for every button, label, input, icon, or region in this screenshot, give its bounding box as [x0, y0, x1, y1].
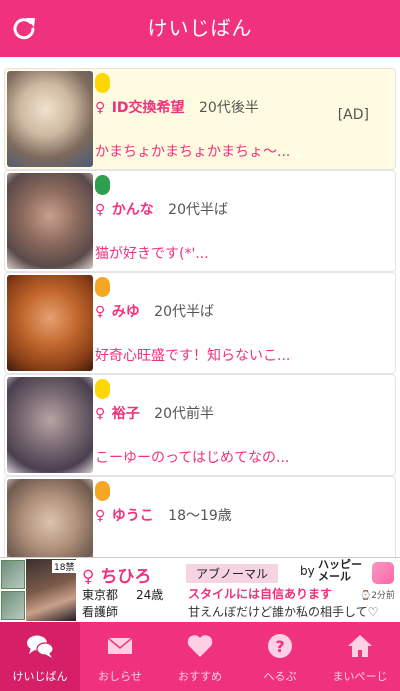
- avatar: [7, 173, 93, 269]
- tab-keijiban[interactable]: けいじばん: [0, 622, 80, 691]
- svg-text:?: ?: [275, 637, 284, 656]
- poster-name: ID交換希望: [111, 100, 185, 116]
- poster-age: 20代前半: [154, 406, 214, 422]
- gender-icon: ♀: [95, 406, 106, 422]
- poster-name: ゆうこ: [111, 508, 154, 524]
- tab-osusume[interactable]: おすすめ: [160, 622, 240, 691]
- poster-name: みゆ: [111, 304, 140, 320]
- post-message: 猫が好きです(*'...: [95, 246, 209, 262]
- post-message: 好奇心旺盛です！知らないこ...: [95, 348, 291, 364]
- banner-message: 甘えんぼだけど誰か私の相手して♡: [188, 605, 379, 619]
- status-indicator: [95, 379, 110, 399]
- age-rating-badge: 18禁: [52, 560, 77, 573]
- avatar: [7, 377, 93, 473]
- bottom-tab-bar: けいじばん おしらせ おすすめ ? へるぷ まいぺーじ: [0, 622, 400, 691]
- status-indicator: [95, 175, 110, 195]
- banner-by: by: [300, 564, 315, 578]
- tab-help[interactable]: ? へるぷ: [240, 622, 320, 691]
- post-item[interactable]: ♀ みゆ 20代半ば 好奇心旺盛です！知らないこ...: [4, 272, 396, 374]
- status-indicator: [95, 481, 110, 501]
- help-icon: ?: [268, 634, 292, 658]
- gender-icon: ♀: [95, 100, 106, 116]
- gender-icon: ♀: [95, 304, 106, 320]
- banner-time: ⌚2分前: [360, 591, 395, 601]
- poster-name: かんな: [111, 202, 154, 218]
- chat-bubbles-icon: [27, 635, 54, 658]
- page-title: けいじばん: [147, 16, 253, 40]
- brand-line-2: メール: [318, 570, 351, 583]
- post-item[interactable]: ♀ 裕子 20代前半 こーゆーのってはじめてなの...: [4, 374, 396, 476]
- tab-label: へるぷ: [263, 670, 297, 683]
- mail-icon: [107, 637, 133, 654]
- home-icon: [348, 635, 372, 657]
- post-message: こーゆーのってはじめてなの...: [95, 450, 290, 466]
- avatar: [7, 71, 93, 167]
- poster-age: 20代後半: [199, 100, 259, 116]
- post-item[interactable]: ♀ ゆうこ 18〜19歳: [4, 476, 396, 557]
- post-list: ♀ ID交換希望 20代後半 [AD] かまちょかまちょかまちょ～... ♀ か…: [0, 66, 400, 557]
- banner-age: 24歳: [136, 588, 164, 602]
- tab-mypage[interactable]: まいぺーじ: [320, 622, 400, 691]
- gender-icon: ♀: [95, 202, 106, 218]
- banner-brand-logo: ハッピー メール: [318, 559, 362, 583]
- tab-oshirase[interactable]: おしらせ: [80, 622, 160, 691]
- post-item[interactable]: ♀ ID交換希望 20代後半 [AD] かまちょかまちょかまちょ～...: [4, 68, 396, 170]
- post-message: かまちょかまちょかまちょ～...: [95, 144, 291, 160]
- banner-profile-name: ♀ ちひろ: [82, 567, 152, 587]
- ad-badge: [AD]: [337, 107, 369, 123]
- banner-job: 看護師: [82, 605, 119, 619]
- status-indicator: [95, 277, 110, 297]
- poster-age: 20代半ば: [154, 304, 214, 320]
- avatar: [7, 275, 93, 371]
- banner-thumbnail: [1, 591, 25, 620]
- banner-thumbnail: [1, 560, 25, 589]
- heart-icon: [187, 635, 213, 657]
- app-header: けいじばん: [0, 0, 400, 57]
- post-item[interactable]: ♀ かんな 20代半ば 猫が好きです(*'...: [4, 170, 396, 272]
- gender-icon: ♀: [95, 508, 106, 524]
- banner-category-tag: アブノーマル: [186, 564, 279, 583]
- poster-name: 裕子: [111, 406, 140, 422]
- tab-label: まいぺーじ: [332, 670, 388, 683]
- brand-icon: [372, 562, 394, 584]
- banner-prefecture: 東京都: [82, 588, 119, 602]
- status-indicator: [95, 73, 110, 93]
- banner-thumbnails: [1, 560, 25, 620]
- tab-label: おすすめ: [178, 670, 222, 683]
- avatar: [7, 479, 93, 557]
- ad-banner[interactable]: 18禁 ♀ ちひろ 東京都 24歳 看護師 アブノーマル by ハッピー メール…: [0, 557, 400, 623]
- banner-tagline: スタイルには自信あります: [188, 587, 333, 601]
- tab-label: けいじばん: [12, 670, 68, 683]
- poster-age: 18〜19歳: [168, 508, 232, 524]
- poster-age: 20代半ば: [168, 202, 228, 218]
- tab-label: おしらせ: [98, 670, 142, 683]
